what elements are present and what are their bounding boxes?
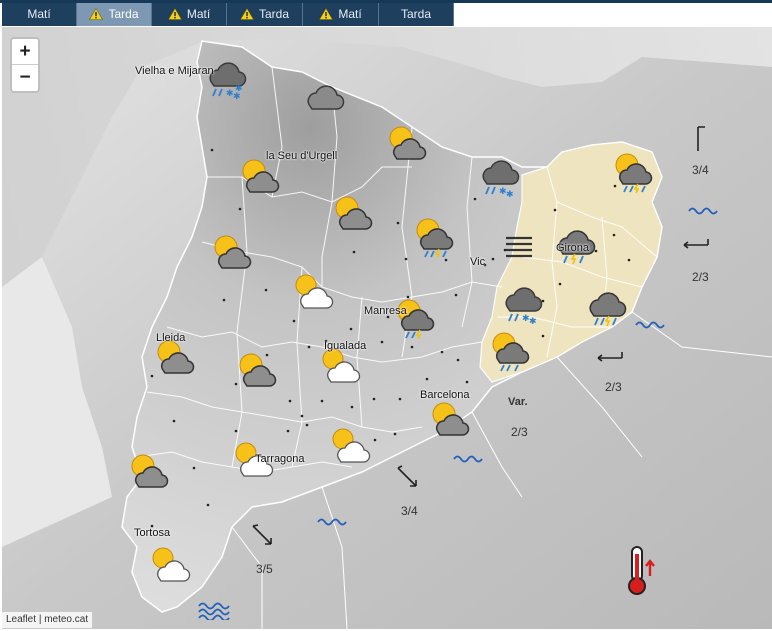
sea-state-label: 2/3 [511,425,528,439]
wind-arrow-icon [252,524,272,545]
city-label-vielha: Vielha e Mijaran [135,65,214,77]
tab-tarda-3[interactable]: Tarda [379,3,454,26]
warning-icon [239,7,254,20]
city-label-manresa: Manresa [364,305,407,317]
sun-cloud-light-icon [332,428,371,463]
leaflet-link[interactable]: Leaflet [6,614,36,625]
weather-map[interactable]: ✱ ✱ ✱ ✱ ✱ ✱ ✱ Vielha e Mijaran la Seu d'Urge… [2,27,772,629]
cloudy-icon [307,85,345,110]
partly-cloudy-icon [389,126,427,160]
sun-cloud-light-icon [295,274,334,309]
sea-state-label-var: Var. [508,396,528,408]
city-label-lleida: Lleida [156,332,186,344]
forecast-period-tabs: Matí Tarda Matí Tarda Matí Tarda [0,0,772,27]
svg-text:✱: ✱ [235,84,243,94]
zoom-out-button[interactable]: − [12,65,38,91]
tab-label: Tarda [400,7,432,21]
snow-showers-icon: ✱ ✱ [482,160,520,199]
tab-label: Matí [186,7,211,21]
wave-rough-icon [198,602,230,620]
sun-cloud-light-icon [492,332,530,372]
storm-rain-icon [416,218,454,258]
sun-cloud-light-icon [152,547,191,582]
svg-text:✱: ✱ [529,317,537,326]
city-label-igualada: Igualada [324,340,367,352]
snow-showers-icon: ✱ ✱ [505,287,543,326]
warning-icon [89,7,104,20]
tab-tarda-1[interactable]: Tarda [77,3,152,26]
wind-arrow-icon [683,239,709,249]
wind-arrow-icon [697,126,705,151]
source-link[interactable]: meteo.cat [44,614,88,625]
partly-cloudy-icon [214,235,252,269]
thermometer-rising-icon [628,546,655,595]
sea-state-label: 2/3 [605,380,622,394]
zoom-in-button[interactable]: + [12,39,38,65]
zoom-control: + − [10,37,40,93]
city-label-girona: Girona [556,242,590,254]
map-attribution: Leaflet | meteo.cat [2,612,93,628]
tab-mati-1[interactable]: Matí [2,3,77,26]
city-label-tortosa: Tortosa [134,527,171,539]
warning-icon [167,7,182,20]
tab-label: Matí [338,7,362,21]
sea-state-label: 3/4 [401,504,418,518]
wave-icon [688,207,718,215]
tab-tarda-2[interactable]: Tarda [227,3,303,26]
storm-rain-icon [397,299,435,339]
warning-icon [319,7,334,20]
city-label-tarragona: Tarragona [255,453,305,465]
tab-label: Tarda [258,7,290,21]
wave-icon [453,455,483,463]
wind-arrow-icon [597,352,623,362]
sea-state-label: 3/4 [692,163,709,177]
storm-rain-icon [589,292,627,327]
wind-arrow-icon [397,465,417,487]
city-label-la-seu-durgell: la Seu d'Urgell [266,150,338,162]
tab-label: Tarda [108,7,139,21]
city-label-barcelona: Barcelona [420,389,470,401]
wave-icon [317,518,347,526]
partly-cloudy-icon [335,196,373,230]
city-label-vic: Vic [470,256,486,268]
fog-icon [506,236,532,258]
sea-state-label: 2/3 [692,270,709,284]
storm-rain-icon [615,153,653,193]
tab-mati-3[interactable]: Matí [303,3,379,26]
partly-cloudy-icon [239,353,277,387]
wave-icon [635,321,665,329]
tab-label: Matí [27,7,51,21]
partly-cloudy-icon [432,402,470,436]
tab-mati-2[interactable]: Matí [152,3,227,26]
attribution-separator: | [38,614,42,625]
partly-cloudy-icon [131,454,169,488]
sea-state-label: 3/5 [256,562,273,576]
svg-text:✱: ✱ [506,190,514,199]
